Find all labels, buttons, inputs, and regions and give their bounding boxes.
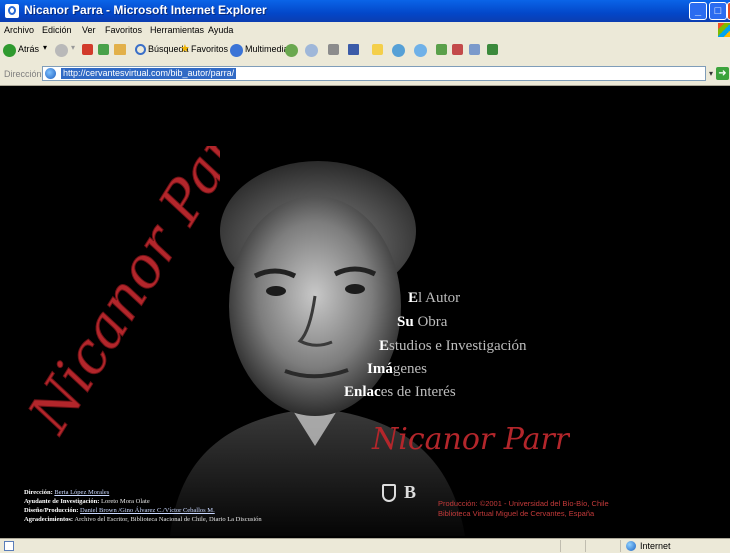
address-input[interactable]: http://cervantesvirtual.com/bib_autor/pa…	[42, 66, 706, 81]
nav-el-autor[interactable]: El Autor	[408, 290, 460, 307]
page-content: Nicanor Parra El Autor Su Obra Estudios …	[0, 86, 730, 538]
back-button-label[interactable]: Atrás	[18, 44, 39, 54]
search-icon[interactable]	[135, 44, 146, 55]
nav-enlaces[interactable]: Enlaces de Interés	[344, 384, 456, 401]
address-label: Dirección	[4, 69, 42, 79]
nav-estudios[interactable]: Estudios e Investigación	[379, 338, 527, 355]
address-dropdown-icon[interactable]: ▾	[706, 66, 716, 81]
edit-word-icon[interactable]	[348, 44, 359, 55]
cervantes-logo[interactable]: B	[404, 482, 416, 503]
history-icon[interactable]	[285, 44, 298, 57]
refresh-icon[interactable]	[98, 44, 109, 55]
menu-ayuda[interactable]: Ayuda	[208, 25, 233, 35]
page-status-icon	[4, 541, 14, 551]
print-icon[interactable]	[328, 44, 339, 55]
credit-link-direccion[interactable]: Berta López Morales	[54, 489, 109, 496]
research-icon[interactable]	[414, 44, 427, 57]
globe-icon	[626, 541, 636, 551]
signature-graphic: Nicanor Parra	[371, 422, 570, 457]
university-shield-logo[interactable]	[382, 484, 396, 502]
credits-block: Dirección: Berta López Morales Ayudante …	[24, 488, 262, 524]
menu-favoritos[interactable]: Favoritos	[105, 25, 142, 35]
security-zone: Internet	[640, 541, 671, 551]
address-url[interactable]: http://cervantesvirtual.com/bib_autor/pa…	[61, 68, 237, 79]
credit-link-diseno[interactable]: Daniel Brown /Gino Álvarez C./Víctor Ceb…	[80, 507, 215, 514]
script-title: Nicanor Parra	[20, 146, 220, 445]
menu-herramientas[interactable]: Herramientas	[150, 25, 204, 35]
status-separator	[620, 540, 621, 552]
production-note: Producción: ©2001 - Universidad del Bío-…	[438, 499, 609, 518]
menu-ver[interactable]: Ver	[82, 25, 96, 35]
page-icon	[45, 68, 56, 79]
minimize-button[interactable]: _	[689, 2, 707, 20]
nav-imagenes[interactable]: Imágenes	[367, 361, 427, 378]
title-bar: Nicanor Parra - Microsoft Internet Explo…	[0, 0, 730, 22]
forward-arrow-icon[interactable]	[55, 44, 68, 57]
extra-tool-icon[interactable]	[436, 44, 447, 55]
extra-tool-2-icon[interactable]	[452, 44, 463, 55]
favorites-button-label[interactable]: Favoritos	[191, 44, 228, 54]
status-separator	[560, 540, 561, 552]
status-bar: Internet	[0, 538, 730, 553]
extra-tool-3-icon[interactable]	[469, 44, 480, 55]
script-title-graphic: Nicanor Parra	[20, 146, 220, 446]
window-title: Nicanor Parra - Microsoft Internet Explo…	[24, 3, 267, 17]
back-arrow-icon[interactable]	[3, 44, 16, 57]
menu-archivo[interactable]: Archivo	[4, 25, 34, 35]
back-dropdown-icon[interactable]: ▾	[43, 43, 47, 52]
media-button-label[interactable]: Multimedia	[245, 44, 289, 54]
address-bar: Dirección http://cervantesvirtual.com/bi…	[0, 63, 730, 86]
nav-su-obra[interactable]: Su Obra	[397, 314, 447, 331]
credit-row: Ayudante de Investigación: Loreto Mora O…	[24, 498, 150, 505]
star-icon[interactable]: ★	[180, 42, 190, 55]
credit-row: Dirección: Berta López Morales	[24, 489, 110, 496]
home-icon[interactable]	[114, 44, 126, 55]
status-separator	[585, 540, 586, 552]
credit-row: Agradecimientos: Archivo del Escritor, B…	[24, 516, 262, 523]
signature-text: Nicanor Parra	[371, 422, 570, 457]
stop-icon[interactable]	[82, 44, 93, 55]
extra-tool-4-icon[interactable]	[487, 44, 498, 55]
credit-row: Diseño/Producción: Daniel Brown /Gino Ál…	[24, 507, 215, 514]
menu-edicion[interactable]: Edición	[42, 25, 72, 35]
windows-logo-icon	[718, 23, 730, 37]
mail-icon[interactable]	[305, 44, 318, 57]
go-arrow-icon[interactable]: ➜	[716, 67, 729, 80]
media-icon[interactable]	[230, 44, 243, 57]
messenger-icon[interactable]	[392, 44, 405, 57]
menu-bar: Archivo Edición Ver Favoritos Herramient…	[0, 22, 730, 39]
forward-dropdown-icon[interactable]: ▾	[71, 43, 75, 52]
toolbar: Atrás ▾ ▾ Búsqueda ★ Favoritos Multimedi…	[0, 38, 730, 64]
maximize-button[interactable]: □	[709, 2, 727, 20]
discuss-icon[interactable]	[372, 44, 383, 55]
ie-icon	[5, 4, 19, 18]
